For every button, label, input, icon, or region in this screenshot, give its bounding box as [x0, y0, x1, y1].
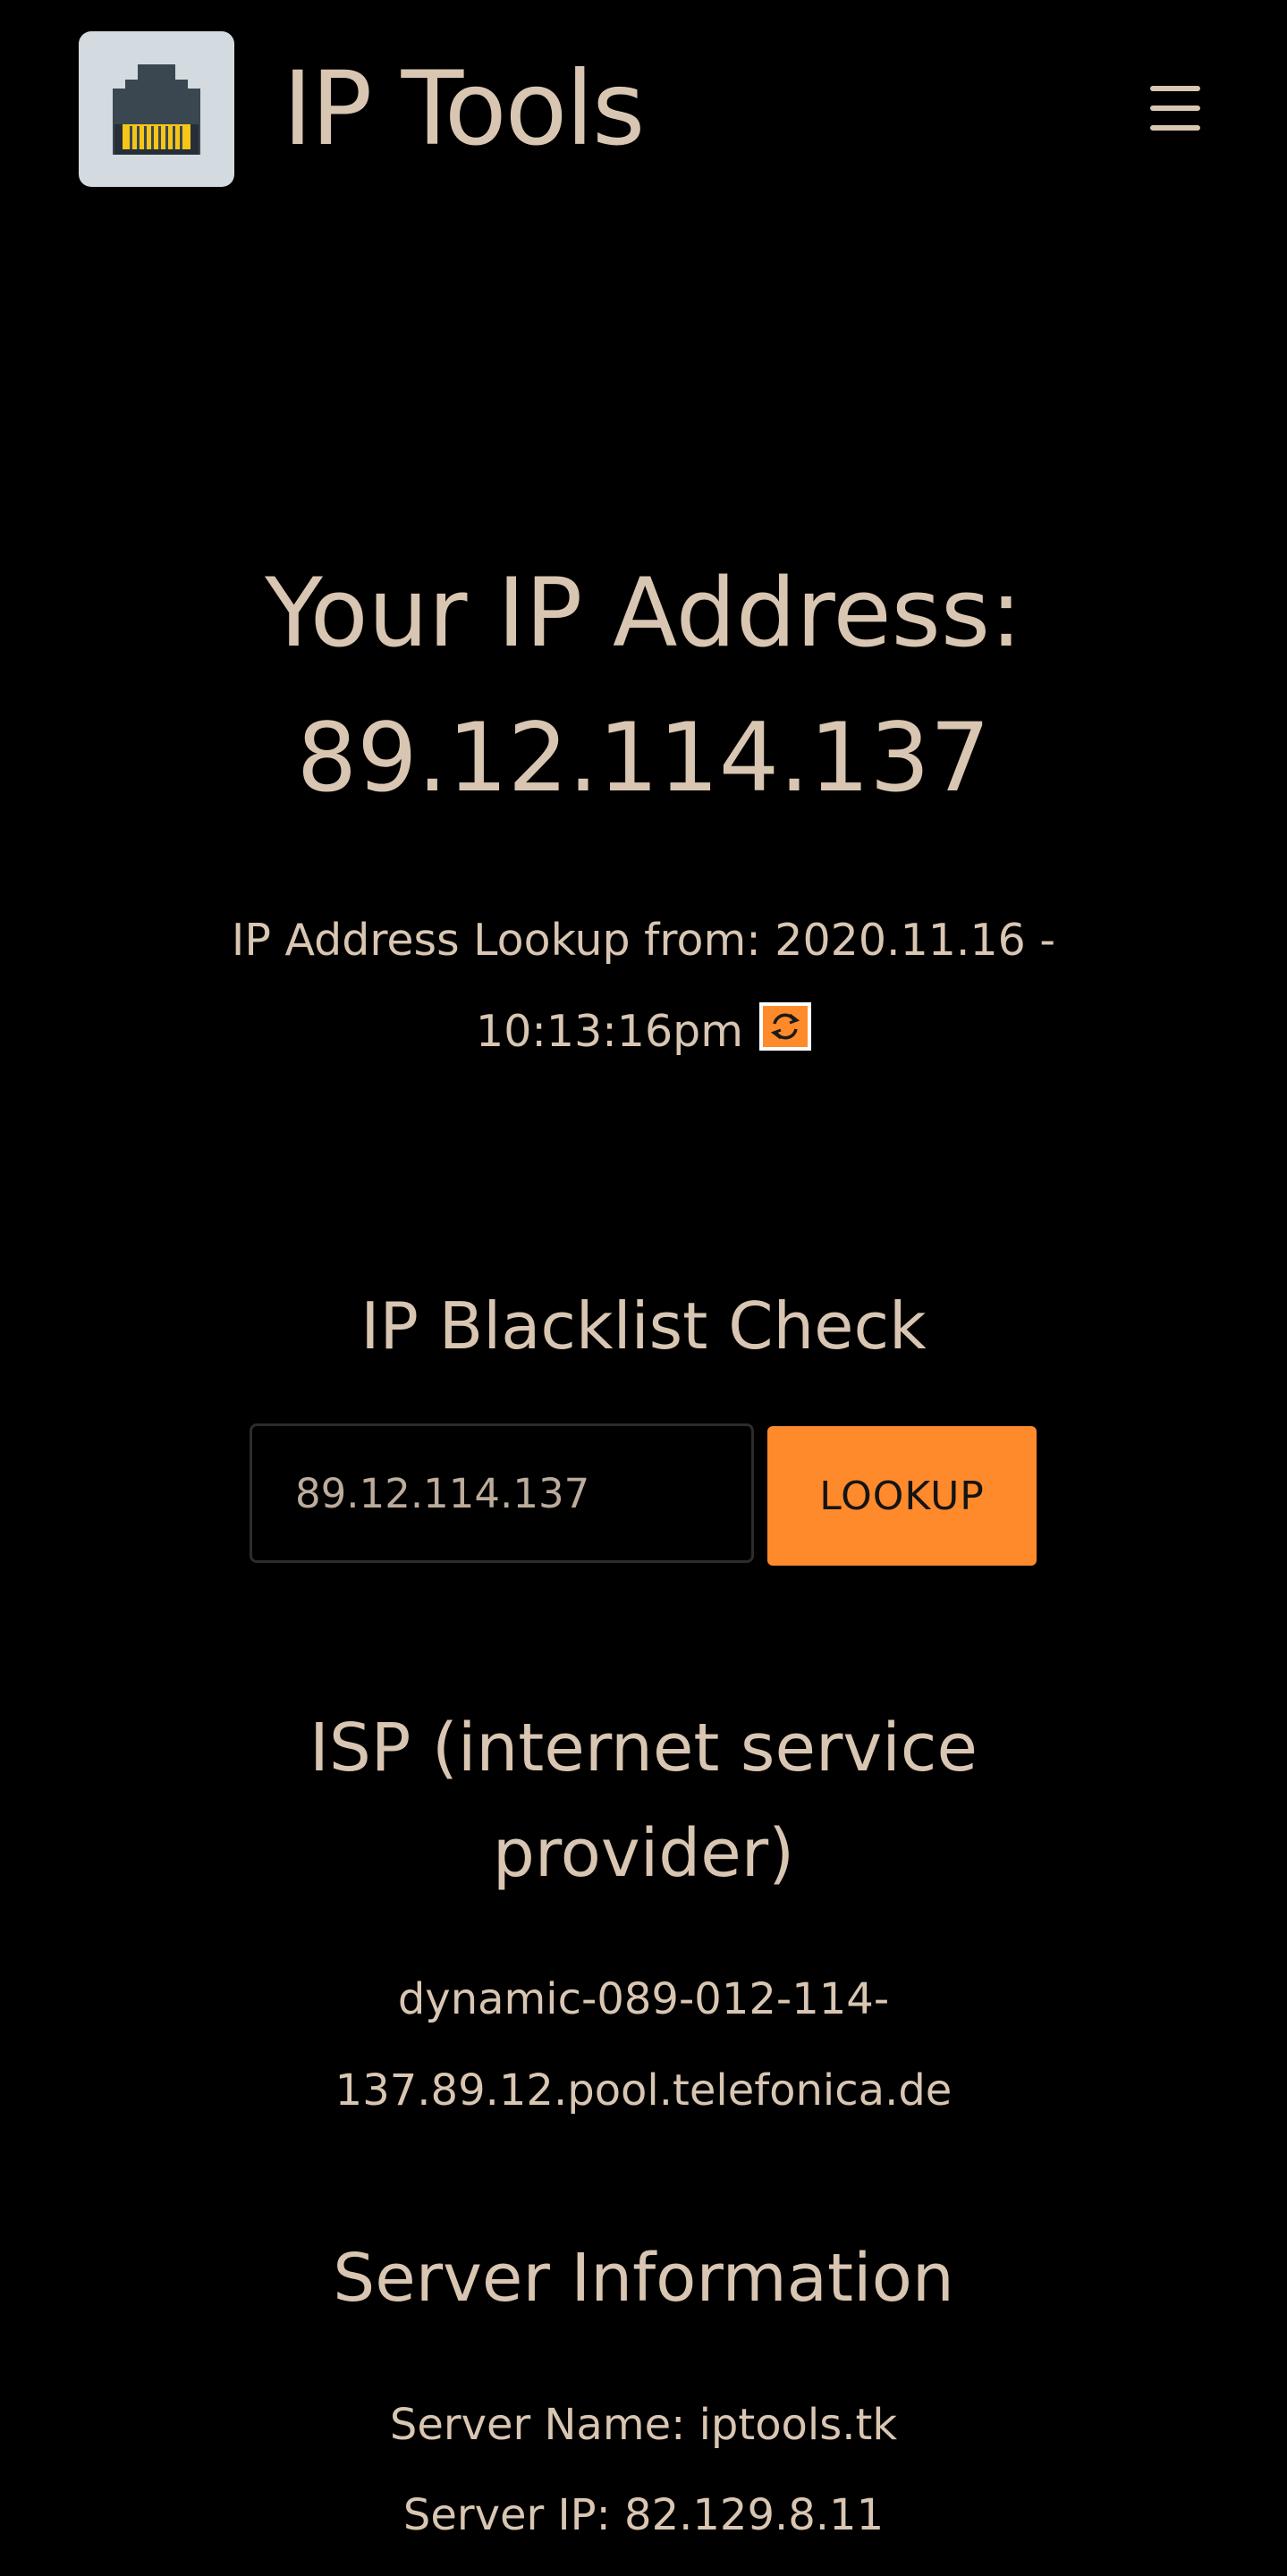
ip-address-heading: Your IP Address: 89.12.114.137: [0, 541, 1287, 831]
lookup-label: IP Address Lookup from:: [231, 915, 761, 966]
server-name-value: iptools.tk: [699, 2400, 898, 2450]
isp-hostname-line2: 137.89.12.pool.telefonica.de: [334, 2065, 953, 2116]
menu-button[interactable]: [1143, 80, 1207, 136]
lookup-date: 2020.11.16 -: [775, 915, 1056, 966]
site-title[interactable]: IP Tools: [283, 46, 645, 172]
ip-address-value: 89.12.114.137: [296, 703, 991, 813]
lookup-button[interactable]: LOOKUP: [767, 1426, 1037, 1566]
site-logo[interactable]: [79, 31, 234, 187]
hamburger-menu-icon: [1150, 86, 1200, 91]
isp-title: ISP (internet service provider): [0, 1695, 1287, 1906]
ethernet-port-icon: [113, 64, 200, 155]
server-ip-value: 82.129.8.11: [624, 2490, 885, 2540]
ip-lookup-input[interactable]: [250, 1423, 754, 1563]
server-info-title: Server Information: [333, 2240, 954, 2317]
refresh-icon[interactable]: [758, 1001, 811, 1051]
lookup-timestamp-line1: IP Address Lookup from: 2020.11.16 -: [0, 895, 1287, 986]
ip-address-label: Your IP Address:: [265, 558, 1022, 668]
site-header: IP Tools: [0, 0, 1287, 224]
lookup-time: 10:13:16pm: [476, 1006, 743, 1057]
blacklist-form: LOOKUP: [250, 1423, 1037, 1567]
isp-title-line1: ISP (internet service: [309, 1710, 978, 1786]
isp-hostname: dynamic-089-012-114- 137.89.12.pool.tele…: [0, 1954, 1287, 2136]
server-name: Server Name: iptools.tk: [0, 2380, 1287, 2470]
lookup-timestamp-line2: 10:13:16pm: [0, 986, 1287, 1077]
server-ip-label: Server IP:: [402, 2490, 611, 2540]
isp-title-line2: provider): [492, 1815, 795, 1892]
server-ip: Server IP: 82.129.8.11: [0, 2470, 1287, 2560]
lookup-timestamp: IP Address Lookup from: 2020.11.16 - 10:…: [0, 895, 1287, 1077]
blacklist-title: IP Blacklist Check: [360, 1288, 927, 1364]
server-name-label: Server Name:: [389, 2400, 686, 2450]
isp-hostname-line1: dynamic-089-012-114-: [397, 1974, 890, 2024]
